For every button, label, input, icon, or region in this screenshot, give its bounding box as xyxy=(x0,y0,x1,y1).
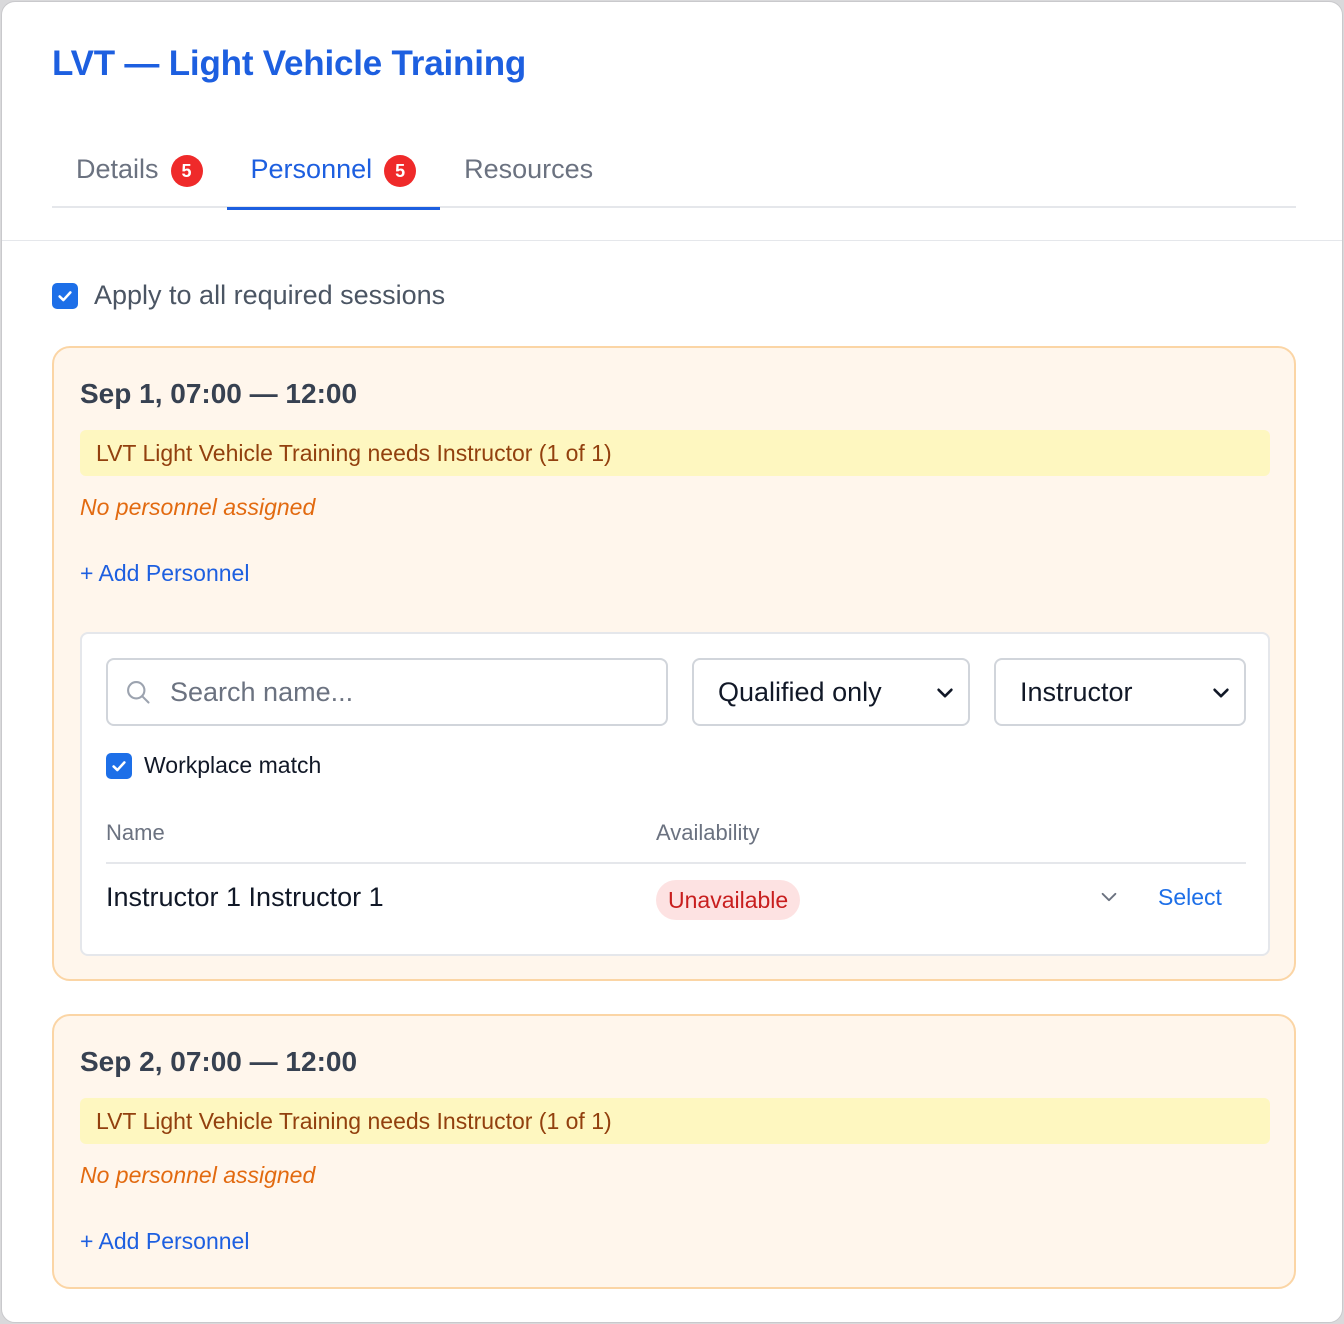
qualification-filter-value: Qualified only xyxy=(718,676,882,707)
add-personnel-button[interactable]: + Add Personnel xyxy=(80,1228,249,1255)
apply-all-checkbox[interactable] xyxy=(52,282,78,309)
dialog-window: LVT — Light Vehicle Training Details 5 P… xyxy=(1,1,1343,1323)
workplace-match-checkbox[interactable] xyxy=(106,752,132,779)
column-header-availability: Availability xyxy=(656,820,760,845)
tab-label: Personnel xyxy=(250,153,373,184)
tab-label: Resources xyxy=(464,153,594,184)
personnel-picker: Qualified only Instructor Workplace matc… xyxy=(80,632,1270,956)
qualification-filter-select[interactable]: Qualified only xyxy=(692,658,970,726)
expand-row-icon[interactable] xyxy=(1098,886,1120,908)
tab-bar: Details 5 Personnel 5 Resources xyxy=(52,130,1296,210)
chevron-down-icon xyxy=(937,688,953,698)
add-personnel-button[interactable]: + Add Personnel xyxy=(80,560,249,587)
workplace-match-row[interactable]: Workplace match xyxy=(106,752,321,779)
tab-details[interactable]: Details 5 xyxy=(52,130,227,208)
session-time: Sep 2, 07:00 — 12:00 xyxy=(80,1046,358,1077)
apply-all-label: Apply to all required sessions xyxy=(94,280,446,310)
role-filter-value: Instructor xyxy=(1020,676,1133,707)
tab-count-badge: 5 xyxy=(384,155,417,187)
no-personnel-message: No personnel assigned xyxy=(80,494,316,520)
workplace-match-label: Workplace match xyxy=(144,752,322,778)
tab-resources[interactable]: Resources xyxy=(440,130,617,208)
requirement-banner: LVT Light Vehicle Training needs Instruc… xyxy=(80,430,1270,476)
tab-label: Details xyxy=(76,153,159,184)
session-card: Sep 2, 07:00 — 12:00 LVT Light Vehicle T… xyxy=(52,1014,1296,1289)
session-time: Sep 1, 07:00 — 12:00 xyxy=(80,378,358,409)
search-field[interactable] xyxy=(106,658,668,726)
role-filter-select[interactable]: Instructor xyxy=(994,658,1246,726)
search-input[interactable] xyxy=(170,676,650,708)
header-divider xyxy=(2,240,1342,241)
search-icon xyxy=(127,681,150,704)
check-icon xyxy=(112,760,126,771)
personnel-name: Instructor 1 Instructor 1 xyxy=(106,882,384,912)
column-header-name: Name xyxy=(106,820,165,845)
availability-badge: Unavailable xyxy=(656,880,801,920)
page-title: LVT — Light Vehicle Training xyxy=(52,44,527,83)
check-icon xyxy=(58,290,72,301)
chevron-down-icon xyxy=(1213,688,1229,698)
no-personnel-message: No personnel assigned xyxy=(80,1162,316,1188)
table-header-divider xyxy=(106,862,1246,864)
tab-personnel[interactable]: Personnel 5 xyxy=(226,130,441,210)
apply-all-row[interactable]: Apply to all required sessions xyxy=(52,280,445,311)
session-card: Sep 1, 07:00 — 12:00 LVT Light Vehicle T… xyxy=(52,346,1296,981)
tab-count-badge: 5 xyxy=(170,155,203,187)
requirement-banner: LVT Light Vehicle Training needs Instruc… xyxy=(80,1098,1270,1144)
select-personnel-button[interactable]: Select xyxy=(1158,884,1222,911)
